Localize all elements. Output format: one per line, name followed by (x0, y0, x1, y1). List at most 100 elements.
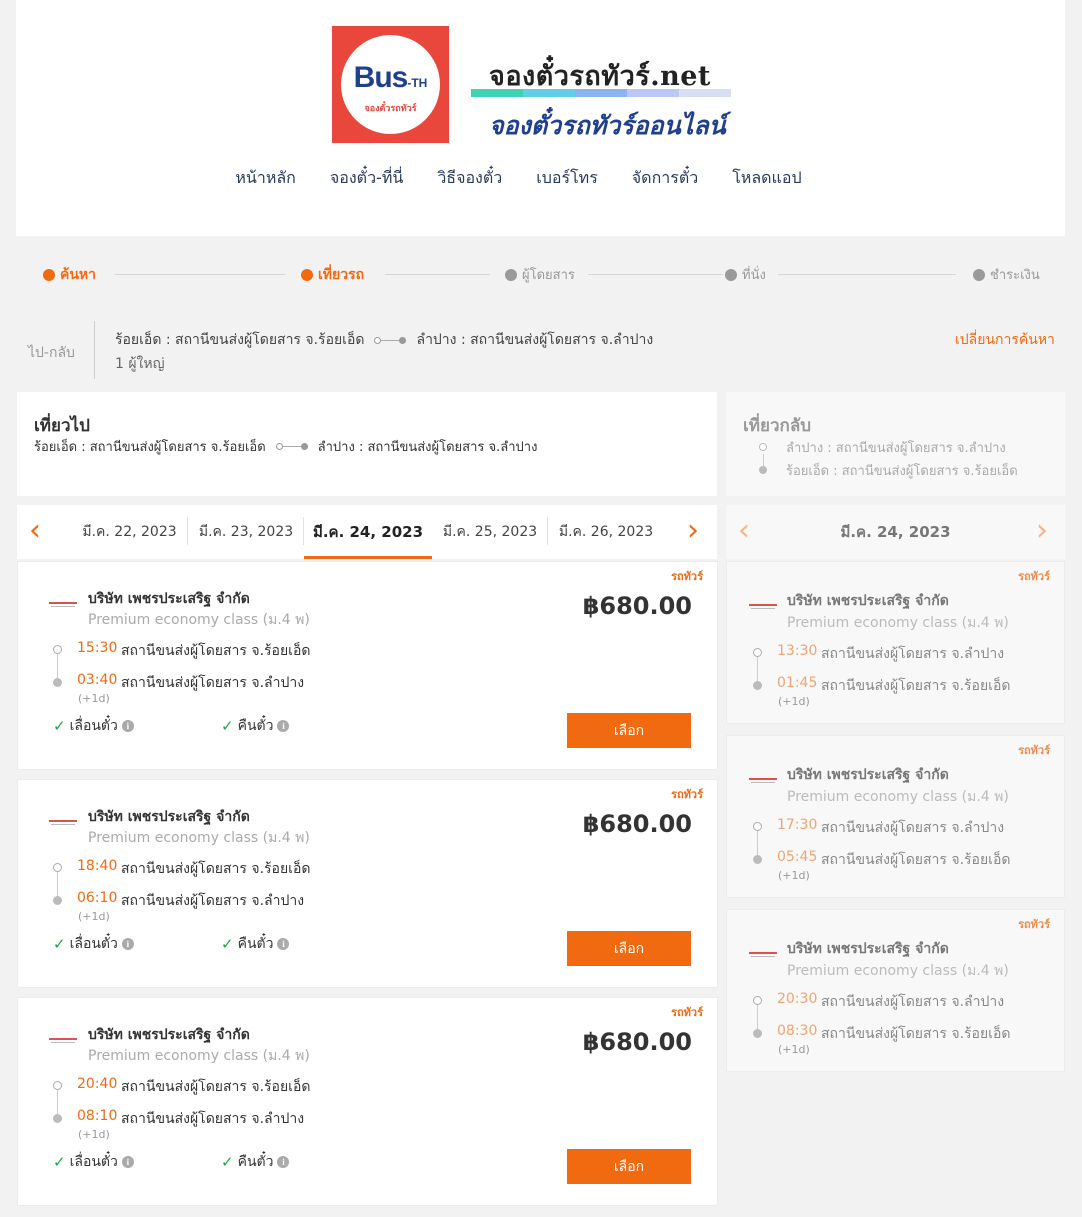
depart-dot-icon (753, 822, 762, 831)
date-tab[interactable]: มี.ค. 26, 2023 (548, 505, 664, 559)
stripe-2 (523, 89, 575, 97)
trip-origin: ร้อยเอ็ด : สถานีขนส่งผู้โดยสาร จ.ร้อยเอ็… (115, 332, 365, 348)
step-dot (973, 268, 985, 281)
operator-logo-icon (49, 1038, 77, 1044)
info-icon[interactable]: i (121, 938, 134, 950)
logo-th-word: -TH (407, 76, 428, 90)
brand-subtitle: จองตั๋วรถทัวร์ออนไลน์ (489, 111, 726, 140)
info-icon[interactable]: i (277, 1156, 290, 1168)
nav-manage-ticket[interactable]: จัดการตั๋ว (632, 166, 698, 191)
info-icon[interactable]: i (121, 720, 134, 732)
return-trip-card: รถทัวร์ บริษัท เพชรประเสริฐ จำกัด Premiu… (726, 561, 1065, 724)
feature-label: เลื่อนตั๋ว (69, 1154, 118, 1170)
depart-time: 13:30 (777, 643, 818, 659)
next-date-arrow-icon[interactable]: › (687, 516, 699, 546)
arrive-dot-icon (753, 855, 762, 864)
arrive-dot-icon (53, 1114, 62, 1123)
operator-logo-icon (49, 602, 77, 608)
info-icon[interactable]: i (277, 720, 290, 732)
date-tab[interactable]: มี.ค. 23, 2023 (188, 505, 304, 559)
nav-download-app[interactable]: โหลดแอป (732, 166, 801, 191)
nav-book-ticket[interactable]: จองตั๋ว-ที่นี่ (330, 166, 403, 191)
info-icon[interactable]: i (121, 1156, 134, 1168)
step-label: ค้นหา (60, 267, 97, 283)
trip-type: ไป-กลับ (28, 345, 75, 361)
bus-type-tag: รถทัวร์ (671, 1006, 703, 1019)
arrive-station: สถานีขนส่งผู้โดยสาร จ.ร้อยเอ็ด (821, 852, 1011, 868)
booking-steps: ค้นหา เที่ยวรถ ผู้โดยสาร ที่นั่ง ชำระเงิ… (43, 264, 1043, 286)
step-connector (115, 274, 285, 275)
prev-date-arrow-icon[interactable]: ‹ (738, 516, 750, 546)
ticket-price: ฿680.00 (582, 1028, 692, 1056)
depart-station: สถานีขนส่งผู้โดยสาร จ.ร้อยเอ็ด (121, 861, 311, 877)
operator-logo-icon (749, 952, 777, 958)
next-day-note: (+1d) (778, 869, 810, 882)
operator-logo-icon (749, 604, 777, 610)
logo-circle: Bus-TH จองตั๋วรถทัวร์ (341, 35, 440, 134)
return-title: เที่ยวกลับ (743, 416, 812, 436)
operator-name: บริษัท เพชรประเสริฐ จำกัด (88, 809, 250, 825)
depart-time: 15:30 (77, 640, 118, 656)
nav-phone-numbers[interactable]: เบอร์โทร (536, 166, 598, 191)
arrive-station: สถานีขนส่งผู้โดยสาร จ.ร้อยเอ็ด (821, 678, 1011, 694)
timeline-line (57, 870, 58, 898)
prev-date-arrow-icon[interactable]: ‹ (29, 516, 41, 546)
depart-time: 18:40 (77, 858, 118, 874)
change-search-link[interactable]: เปลี่ยนการค้นหา (955, 329, 1055, 351)
date-tab[interactable]: มี.ค. 22, 2023 (71, 505, 188, 559)
depart-station: สถานีขนส่งผู้โดยสาร จ.ลำปาง (821, 994, 1005, 1010)
logo-subtext: จองตั๋วรถทัวร์ (364, 104, 417, 114)
step-connector (778, 274, 956, 275)
check-icon: ✓ (53, 935, 66, 953)
info-icon[interactable]: i (277, 938, 290, 950)
brand-stripes (471, 89, 731, 97)
operator-logo-icon (49, 820, 77, 826)
depart-station: สถานีขนส่งผู้โดยสาร จ.ลำปาง (821, 820, 1005, 836)
bus-type-tag: รถทัวร์ (671, 788, 703, 801)
step-trips: เที่ยวรถ (301, 264, 364, 286)
arrive-time: 08:30 (777, 1023, 818, 1039)
bus-th-logo[interactable]: Bus-TH จองตั๋วรถทัวร์ (332, 26, 449, 143)
ticket-price: ฿680.00 (582, 592, 692, 620)
feature-label: คืนตั๋ว (237, 936, 274, 952)
outbound-date-bar: ‹ มี.ค. 22, 2023 มี.ค. 23, 2023 มี.ค. 24… (17, 505, 717, 559)
select-trip-button[interactable]: เลือก (567, 931, 691, 966)
check-icon: ✓ (221, 1153, 234, 1171)
select-trip-button[interactable]: เลือก (567, 713, 691, 748)
seat-class: Premium economy class (ม.4 พ) (88, 1048, 310, 1064)
arrive-station: สถานีขนส่งผู้โดยสาร จ.ลำปาง (121, 675, 305, 691)
next-date-arrow-icon[interactable]: › (1036, 516, 1048, 546)
step-dot (301, 269, 313, 281)
next-day-note: (+1d) (78, 910, 110, 923)
check-icon: ✓ (221, 717, 234, 735)
date-tab[interactable]: มี.ค. 25, 2023 (432, 505, 548, 559)
return-trip-card: รถทัวร์ บริษัท เพชรประเสริฐ จำกัด Premiu… (726, 909, 1065, 1072)
feature-label: คืนตั๋ว (237, 718, 274, 734)
step-label: เที่ยวรถ (318, 267, 365, 283)
step-connector (588, 274, 723, 275)
select-trip-button[interactable]: เลือก (567, 1149, 691, 1184)
divider (94, 321, 95, 379)
step-search[interactable]: ค้นหา (43, 264, 96, 286)
feature-label: คืนตั๋ว (237, 1154, 274, 1170)
operator-name: บริษัท เพชรประเสริฐ จำกัด (787, 767, 949, 783)
return-date-bar: ‹ มี.ค. 24, 2023 › (726, 505, 1065, 559)
main-nav: หน้าหลัก จองตั๋ว-ที่นี่ วิธีจองตั๋ว เบอร… (16, 166, 1065, 191)
nav-how-to-book[interactable]: วิธีจองตั๋ว (437, 166, 502, 191)
seat-class: Premium economy class (ม.4 พ) (88, 830, 310, 846)
outbound-route: ร้อยเอ็ด : สถานีขนส่งผู้โดยสาร จ.ร้อยเอ็… (34, 436, 537, 457)
nav-home[interactable]: หน้าหลัก (235, 166, 296, 191)
next-day-note: (+1d) (78, 692, 110, 705)
outbound-trip-card: รถทัวร์ บริษัท เพชรประเสริฐ จำกัด Premiu… (17, 779, 718, 988)
step-dot (725, 268, 737, 281)
arrive-time: 03:40 (77, 672, 118, 688)
depart-dot-icon (753, 648, 762, 657)
depart-dot-icon (753, 996, 762, 1005)
route-arrow-icon (374, 336, 407, 344)
step-dot (43, 269, 55, 281)
arrive-time: 06:10 (77, 890, 118, 906)
next-day-note: (+1d) (778, 1043, 810, 1056)
return-trip-card: รถทัวร์ บริษัท เพชรประเสริฐ จำกัด Premiu… (726, 735, 1065, 898)
date-tab-selected[interactable]: มี.ค. 24, 2023 (304, 505, 432, 559)
brand-banner: จองตั๋วรถทัวร์.net จองตั๋วรถทัวร์ออนไลน์ (471, 54, 731, 144)
